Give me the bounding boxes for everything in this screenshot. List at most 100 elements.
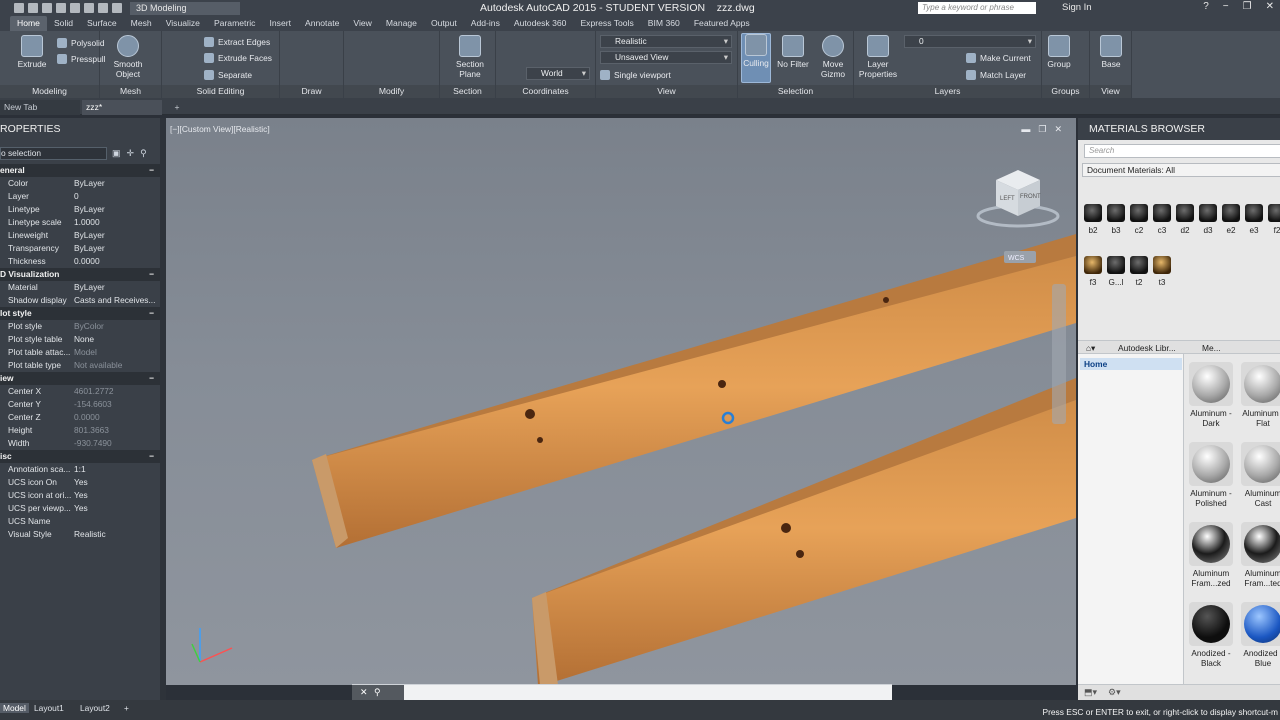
property-section-header[interactable]: iew − xyxy=(0,372,160,385)
doc-tab-new[interactable]: New Tab xyxy=(0,100,80,115)
tab-layout1[interactable]: Layout1 xyxy=(34,703,64,713)
presspull-button[interactable]: Presspull xyxy=(57,52,105,66)
property-row[interactable]: Shadow display Casts and Receives... xyxy=(0,294,160,307)
library-material[interactable]: Aluminum - Polished xyxy=(1186,442,1236,509)
ribbon-tab-add-ins[interactable]: Add-ins xyxy=(464,16,507,31)
library-material[interactable]: Aluminum - Dark xyxy=(1186,362,1236,429)
property-row[interactable]: Annotation sca... 1:1 xyxy=(0,463,160,476)
property-row[interactable]: Height 801.3663 xyxy=(0,424,160,437)
library-material[interactable]: Anodized - Black xyxy=(1186,602,1236,669)
open-icon[interactable] xyxy=(42,3,52,13)
property-row[interactable]: Plot style table None xyxy=(0,333,160,346)
property-value[interactable]: 1:1 xyxy=(74,463,86,476)
move-gizmo-button[interactable]: Move Gizmo xyxy=(816,35,850,79)
collapse-icon[interactable]: − xyxy=(149,268,154,281)
property-row[interactable]: UCS icon at ori... Yes xyxy=(0,489,160,502)
property-value[interactable]: 4601.2772 xyxy=(74,385,114,398)
panel-title-view2[interactable]: View xyxy=(1090,85,1131,98)
property-row[interactable]: Color ByLayer xyxy=(0,177,160,190)
library-material[interactable]: Aluminum Cast xyxy=(1238,442,1280,509)
property-row[interactable]: UCS per viewp... Yes xyxy=(0,502,160,515)
minimize-icon[interactable]: − xyxy=(1223,1,1229,12)
materials-search-input[interactable]: Search xyxy=(1084,144,1280,158)
quick-select-icon[interactable]: ⚲ xyxy=(140,148,147,159)
panel-title-solid-editing[interactable]: Solid Editing xyxy=(162,85,279,98)
save-as-icon[interactable] xyxy=(70,3,80,13)
ucs-dropdown[interactable]: World xyxy=(526,67,590,80)
material-editor-icon[interactable]: ⚙▾ xyxy=(1108,687,1121,698)
ribbon-tab-visualize[interactable]: Visualize xyxy=(159,16,207,31)
property-value[interactable]: ByLayer xyxy=(74,281,105,294)
property-value[interactable]: ByColor xyxy=(74,320,104,333)
ribbon-tab-manage[interactable]: Manage xyxy=(379,16,424,31)
collapse-icon[interactable]: − xyxy=(149,307,154,320)
library-material[interactable]: Aluminum - Flat xyxy=(1238,362,1280,429)
plot-icon[interactable] xyxy=(84,3,94,13)
property-row[interactable]: UCS icon On Yes xyxy=(0,476,160,489)
panel-title-modeling[interactable]: Modeling xyxy=(0,85,99,98)
panel-title-view[interactable]: View xyxy=(596,85,737,98)
no-filter-button[interactable]: No Filter xyxy=(776,35,810,69)
save-icon[interactable] xyxy=(56,3,66,13)
property-row[interactable]: Plot table type Not available xyxy=(0,359,160,372)
new-icon[interactable] xyxy=(28,3,38,13)
material-swatch[interactable] xyxy=(1268,204,1280,222)
property-row[interactable]: Center Y -154.6603 xyxy=(0,398,160,411)
property-value[interactable]: ByLayer xyxy=(74,242,105,255)
toggle-pickadd-icon[interactable]: ▣ xyxy=(112,148,121,159)
material-swatch[interactable] xyxy=(1153,204,1171,222)
library-material[interactable]: Aluminum Fram...ted xyxy=(1238,522,1280,589)
add-tab-icon[interactable]: + xyxy=(170,100,184,115)
workspace-dropdown[interactable]: 3D Modeling xyxy=(130,1,240,15)
property-value[interactable]: 0.0000 xyxy=(74,255,100,268)
ribbon-tab-featured-apps[interactable]: Featured Apps xyxy=(687,16,757,31)
property-section-header[interactable]: D Visualization − xyxy=(0,268,160,281)
material-swatch[interactable] xyxy=(1107,204,1125,222)
property-value[interactable]: Model xyxy=(74,346,97,359)
smooth-object-button[interactable]: Smooth Object xyxy=(108,35,148,79)
layer-properties-button[interactable]: Layer Properties xyxy=(856,35,900,79)
selection-dropdown[interactable]: o selection xyxy=(0,147,107,160)
property-value[interactable]: 0.0000 xyxy=(74,411,100,424)
model-viewport[interactable]: [−][Custom View][Realistic] ▬❐✕ LEFT FRO… xyxy=(166,118,1076,685)
property-value[interactable]: -154.6603 xyxy=(74,398,112,411)
panel-title-mesh[interactable]: Mesh xyxy=(100,85,161,98)
property-value[interactable]: Yes xyxy=(74,502,88,515)
material-swatch[interactable] xyxy=(1176,204,1194,222)
property-row[interactable]: UCS Name xyxy=(0,515,160,528)
panel-title-draw[interactable]: Draw xyxy=(280,85,343,98)
ribbon-tab-autodesk-360[interactable]: Autodesk 360 xyxy=(507,16,574,31)
library-dropdown[interactable]: Autodesk Libr... xyxy=(1118,342,1176,354)
property-value[interactable]: Yes xyxy=(74,489,88,502)
layer-dropdown[interactable]: 0 xyxy=(904,35,1036,48)
navigation-bar[interactable] xyxy=(1052,284,1066,424)
panel-title-modify[interactable]: Modify xyxy=(344,85,439,98)
base-button[interactable]: Base xyxy=(1094,35,1128,69)
ribbon-tab-express-tools[interactable]: Express Tools xyxy=(573,16,640,31)
property-value[interactable]: ByLayer xyxy=(74,203,105,216)
material-swatch[interactable] xyxy=(1245,204,1263,222)
property-value[interactable]: -930.7490 xyxy=(74,437,112,450)
property-row[interactable]: Linetype scale 1.0000 xyxy=(0,216,160,229)
ribbon-tab-parametric[interactable]: Parametric xyxy=(207,16,263,31)
ribbon-tab-bim-360[interactable]: BIM 360 xyxy=(641,16,687,31)
panel-title-section[interactable]: Section xyxy=(440,85,495,98)
panel-title-layers[interactable]: Layers xyxy=(854,85,1041,98)
collapse-icon[interactable]: − xyxy=(149,450,154,463)
create-material-icon[interactable]: ⬒▾ xyxy=(1084,687,1097,698)
command-close-icon[interactable]: ✕ xyxy=(360,687,368,698)
material-swatch[interactable] xyxy=(1199,204,1217,222)
property-section-header[interactable]: lot style − xyxy=(0,307,160,320)
panel-title-coordinates[interactable]: Coordinates xyxy=(496,85,595,98)
panel-title-selection[interactable]: Selection xyxy=(738,85,853,98)
separate-button[interactable]: Separate xyxy=(204,68,252,82)
ribbon-tab-annotate[interactable]: Annotate xyxy=(298,16,346,31)
ribbon-tab-home[interactable]: Home xyxy=(10,16,47,31)
property-row[interactable]: Lineweight ByLayer xyxy=(0,229,160,242)
property-row[interactable]: Center Z 0.0000 xyxy=(0,411,160,424)
undo-icon[interactable] xyxy=(98,3,108,13)
doc-tab-zzz[interactable]: zzz* xyxy=(82,100,162,115)
library-view-dropdown[interactable]: Me... xyxy=(1202,342,1221,354)
help-icon[interactable]: ? xyxy=(1203,1,1209,12)
property-section-header[interactable]: eneral − xyxy=(0,164,160,177)
